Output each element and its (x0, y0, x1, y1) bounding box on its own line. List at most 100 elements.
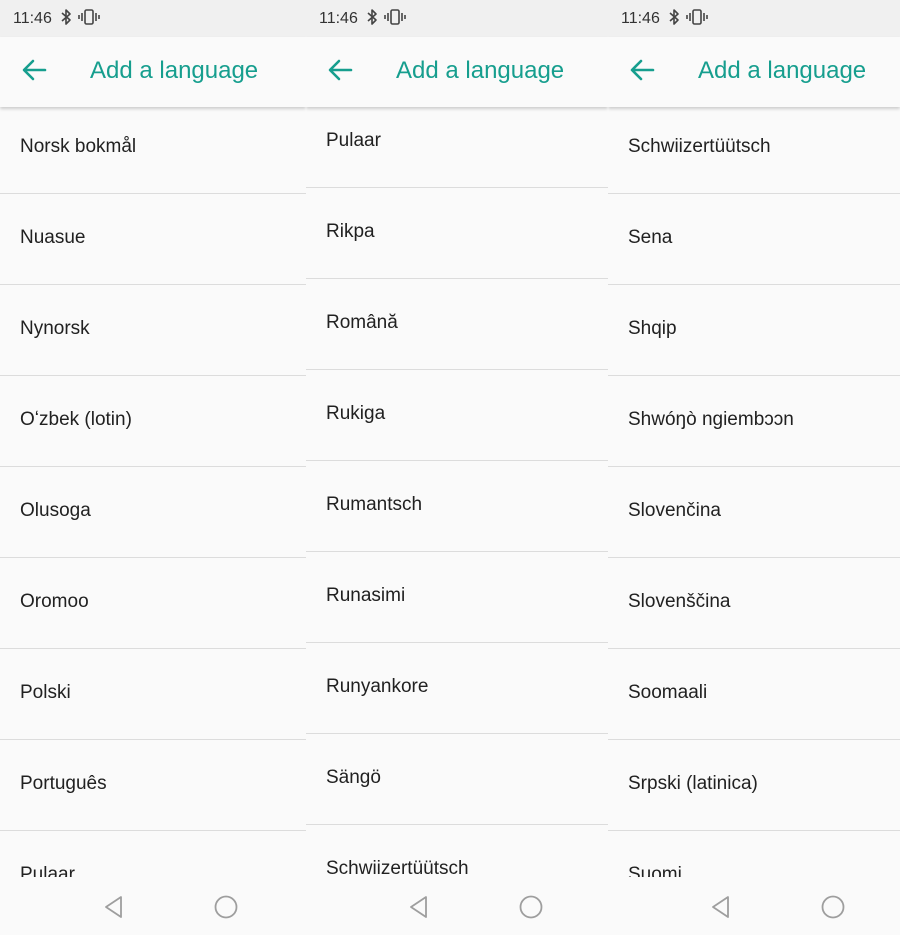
app-bar: Add a language (0, 37, 306, 107)
status-icons (60, 7, 100, 27)
home-circle-icon (213, 894, 239, 920)
status-time: 11:46 (319, 10, 358, 27)
page-title: Add a language (396, 57, 565, 84)
language-label: Shqip (628, 318, 677, 339)
screen-2: 11:46 Add a language Pulaar Rikpa Română Ruki… (306, 0, 608, 935)
status-bar: 11:46 (608, 0, 900, 37)
app-bar: Add a language (608, 37, 900, 107)
back-button[interactable] (622, 54, 662, 90)
language-list-item[interactable]: Sena (608, 194, 900, 285)
language-label: Rikpa (326, 221, 375, 242)
language-label: Shwóŋò ngiembɔɔn (628, 409, 794, 430)
nav-back-button[interactable] (406, 894, 432, 920)
bluetooth-icon (60, 8, 72, 26)
language-label: Runyankore (326, 676, 429, 697)
language-list-item[interactable]: Runyankore (306, 643, 608, 734)
arrow-back-icon (629, 58, 655, 87)
status-time: 11:46 (13, 10, 52, 27)
language-list-item[interactable]: Română (306, 279, 608, 370)
screen-3: 11:46 Add a language Schwiizertüütsch Sena S… (608, 0, 900, 935)
language-label: Română (326, 312, 398, 333)
nav-back-button[interactable] (708, 894, 734, 920)
language-list-item[interactable]: Suomi (608, 831, 900, 877)
language-list-item[interactable]: Runasimi (306, 552, 608, 643)
language-label: Schwiizertüütsch (628, 136, 771, 157)
language-list-item[interactable]: Slovenščina (608, 558, 900, 649)
language-list-item[interactable]: Shqip (608, 285, 900, 376)
language-list-item[interactable]: Olusoga (0, 467, 306, 558)
language-label: Srpski (latinica) (628, 773, 758, 794)
language-list-item[interactable]: Norsk bokmål (0, 107, 306, 194)
language-label: Sena (628, 227, 673, 248)
language-label: Rukiga (326, 403, 386, 424)
language-label: Nuasue (20, 227, 86, 248)
nav-home-button[interactable] (518, 894, 544, 920)
language-label: Rumantsch (326, 494, 423, 515)
language-label: Pulaar (326, 130, 381, 151)
back-triangle-icon (101, 894, 127, 920)
back-triangle-icon (708, 894, 734, 920)
home-circle-icon (518, 894, 544, 920)
vibrate-icon (384, 8, 406, 26)
home-circle-icon (820, 894, 846, 920)
nav-home-button[interactable] (213, 894, 239, 920)
vibrate-icon (78, 8, 100, 26)
language-label: Runasimi (326, 585, 406, 606)
language-label: Português (20, 773, 107, 794)
language-label: Pulaar (20, 864, 75, 877)
language-list-item[interactable]: Polski (0, 649, 306, 740)
language-list[interactable]: Pulaar Rikpa Română Rukiga Rumantsch Runasimi… (306, 107, 608, 877)
language-list[interactable]: Schwiizertüütsch Sena Shqip Shwóŋò ngiembɔɔ… (608, 107, 900, 877)
language-label: Nynorsk (20, 318, 90, 339)
language-list-item[interactable]: Schwiizertüütsch (608, 107, 900, 194)
status-bar: 11:46 (0, 0, 306, 37)
language-label: Suomi (628, 864, 682, 877)
language-list-item[interactable]: Slovenčina (608, 467, 900, 558)
navigation-bar (0, 877, 306, 935)
screen-1: 11:46 Add a language Norsk bokmål Nuasue Nyn… (0, 0, 306, 935)
status-bar: 11:46 (306, 0, 608, 37)
app-bar: Add a language (306, 37, 608, 107)
language-list-item[interactable]: Rikpa (306, 188, 608, 279)
language-list-item[interactable]: Nynorsk (0, 285, 306, 376)
nav-back-button[interactable] (101, 894, 127, 920)
language-label: Slovenščina (628, 591, 731, 612)
language-label: Schwiizertüütsch (326, 858, 469, 877)
language-list[interactable]: Norsk bokmål Nuasue Nynorsk Oʻzbek (lotin) O… (0, 107, 306, 877)
language-label: Olusoga (20, 500, 91, 521)
back-triangle-icon (406, 894, 432, 920)
language-list-item[interactable]: Shwóŋò ngiembɔɔn (608, 376, 900, 467)
language-list-item[interactable]: Soomaali (608, 649, 900, 740)
language-label: Soomaali (628, 682, 708, 703)
language-list-item[interactable]: Português (0, 740, 306, 831)
language-label: Oromoo (20, 591, 89, 612)
status-time: 11:46 (621, 10, 660, 27)
back-button[interactable] (14, 54, 54, 90)
language-list-item[interactable]: Pulaar (0, 831, 306, 877)
language-label: Polski (20, 682, 71, 703)
nav-home-button[interactable] (820, 894, 846, 920)
language-list-item[interactable]: Rukiga (306, 370, 608, 461)
arrow-back-icon (21, 58, 47, 87)
language-list-item[interactable]: Nuasue (0, 194, 306, 285)
language-label: Norsk bokmål (20, 136, 137, 157)
language-list-item[interactable]: Rumantsch (306, 461, 608, 552)
language-list-item[interactable]: Schwiizertüütsch (306, 825, 608, 877)
language-list-item[interactable]: Sängö (306, 734, 608, 825)
page-title: Add a language (90, 57, 259, 84)
back-button[interactable] (320, 54, 360, 90)
bluetooth-icon (366, 8, 378, 26)
language-list-item[interactable]: Oromoo (0, 558, 306, 649)
language-list-item[interactable]: Srpski (latinica) (608, 740, 900, 831)
language-label: Sängö (326, 767, 381, 788)
language-list-item[interactable]: Pulaar (306, 107, 608, 188)
status-icons (366, 7, 406, 27)
language-label: Slovenčina (628, 500, 721, 521)
language-label: Oʻzbek (lotin) (20, 409, 132, 430)
navigation-bar (608, 877, 900, 935)
vibrate-icon (686, 8, 708, 26)
arrow-back-icon (327, 58, 353, 87)
bluetooth-icon (668, 8, 680, 26)
navigation-bar (306, 877, 608, 935)
language-list-item[interactable]: Oʻzbek (lotin) (0, 376, 306, 467)
